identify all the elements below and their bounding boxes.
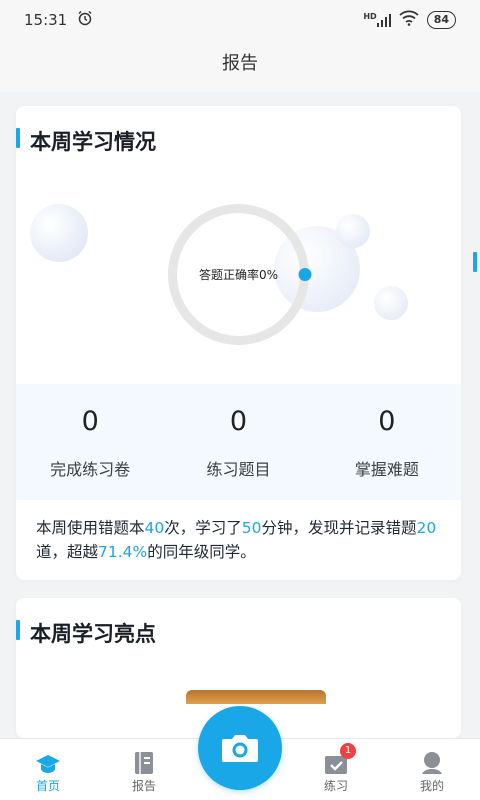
stat-value: 0 (378, 406, 396, 437)
weekly-highlights-title: 本周学习亮点 (16, 618, 156, 648)
stat-label: 掌握难题 (354, 460, 419, 479)
tab-home[interactable]: 首页 (0, 739, 96, 800)
scroll-marker (473, 252, 477, 272)
tab-label: 首页 (35, 779, 60, 793)
stat-label: 练习题目 (206, 460, 271, 479)
summary-text: 的同年级同学。 (147, 543, 256, 561)
summary-uses: 40 (144, 519, 165, 537)
tab-label: 我的 (419, 779, 444, 793)
decor-bubble (30, 204, 88, 262)
stat-value: 0 (81, 406, 99, 437)
weekly-study-title: 本周学习情况 (16, 126, 156, 156)
alarm-icon (77, 10, 93, 30)
status-bar: 15:31 HD 84 (0, 0, 480, 40)
summary-percent: 71.4% (98, 543, 148, 561)
stats-panel: 0 完成练习卷 0 练习题目 0 掌握难题 (16, 384, 461, 500)
user-profile-icon (384, 749, 480, 775)
page-title: 报告 (0, 40, 480, 92)
camera-button[interactable] (198, 706, 282, 790)
practice-check-icon (288, 749, 384, 775)
camera-icon (222, 735, 258, 762)
stat-mastered-hard: 0 掌握难题 (313, 384, 461, 500)
accuracy-ring: 答题正确率0% (166, 202, 316, 352)
stat-completed-papers: 0 完成练习卷 (16, 384, 164, 500)
stat-practice-questions: 0 练习题目 (164, 384, 312, 500)
summary-minutes: 50 (241, 519, 262, 537)
status-time: 15:31 (24, 11, 68, 29)
tab-practice[interactable]: 1 练习 (288, 739, 384, 800)
graduation-cap-icon (0, 749, 96, 775)
tab-label: 练习 (323, 779, 348, 793)
decor-bubble (336, 214, 370, 248)
tab-label: 报告 (131, 779, 156, 793)
summary-text: 本周使用错题本 (36, 519, 145, 537)
trophy-image (186, 690, 326, 704)
summary-text: 次，学习了 (164, 519, 242, 537)
battery-icon: 84 (426, 11, 456, 29)
stat-value: 0 (229, 406, 248, 437)
decor-bubble (374, 286, 408, 320)
stat-label: 完成练习卷 (50, 460, 131, 479)
accuracy-text: 答题正确率0% (198, 268, 279, 282)
weekly-summary: 本周使用错题本40次，学习了50分钟，发现并记录错题20 道，超越71.4%的同年… (36, 516, 446, 564)
report-book-icon (96, 749, 192, 775)
practice-badge: 1 (340, 743, 356, 759)
summary-text: 分钟，发现并记录错题 (261, 519, 417, 537)
tab-profile[interactable]: 我的 (384, 739, 480, 800)
wifi-icon (399, 10, 419, 30)
tab-report[interactable]: 报告 (96, 739, 192, 800)
weekly-study-card: 本周学习情况 答题正确率0% 0 完成练习卷 0 练习题目 0 掌握难题 本周使… (16, 106, 461, 580)
summary-text: 道，超越 (36, 543, 99, 561)
summary-questions: 20 (416, 519, 437, 537)
signal-icon: HD (363, 12, 391, 27)
